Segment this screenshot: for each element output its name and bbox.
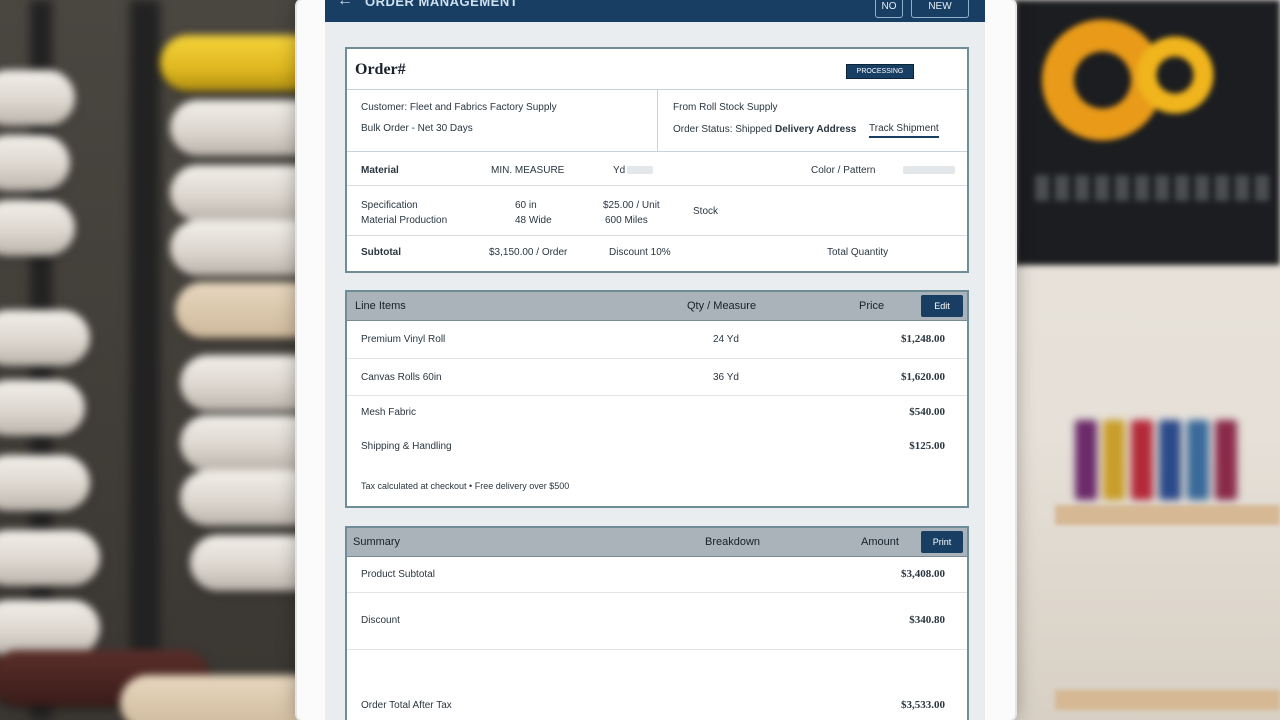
print-button[interactable]: Print	[921, 531, 963, 553]
background-shop-wall	[1015, 0, 1280, 720]
discount-label: Discount 10%	[609, 247, 671, 258]
col-qty-header: Qty / Measure	[687, 300, 757, 312]
item-price: $1,248.00	[901, 333, 945, 345]
edit-button[interactable]: Edit	[921, 295, 963, 317]
customer-line: Customer: Fleet and Fabrics Factory Supp…	[361, 102, 557, 113]
store-sign	[1015, 0, 1280, 265]
summary-col-header: Breakdown	[705, 536, 761, 548]
line-items-header: Line Items Qty / Measure Price Edit	[347, 292, 967, 321]
subtotal-label: Subtotal	[361, 247, 401, 258]
material-unit: Yd	[613, 165, 626, 176]
table-row[interactable]: Discount $340.80	[347, 593, 967, 650]
item-name: Mesh Fabric	[361, 407, 417, 418]
table-row[interactable]: Premium Vinyl Roll 24 Yd $1,248.00	[347, 320, 967, 359]
material-measure: MIN. MEASURE	[491, 165, 565, 176]
summary-name-header: Summary	[353, 536, 401, 548]
specification-label: Specification	[361, 200, 418, 211]
bookshelf	[1075, 420, 1280, 500]
item-name: Premium Vinyl Roll	[361, 334, 446, 345]
color-pattern-label[interactable]: Color / Pattern	[811, 165, 875, 176]
tablet-device: ← ORDER MANAGEMENT NO NEW Order# PROCESS…	[297, 0, 1015, 720]
spec-wide: 48 Wide	[515, 215, 552, 226]
summary-header: Summary Breakdown Amount Print	[347, 528, 967, 557]
summary-panel: Summary Breakdown Amount Print Product S…	[345, 526, 969, 720]
item-qty: 24 Yd	[713, 334, 739, 345]
status-badge: PROCESSING	[846, 64, 914, 79]
order-status-link[interactable]: Order Status: Shipped	[673, 124, 772, 135]
col-price-header: Price	[859, 300, 885, 312]
delivery-address-link[interactable]: Delivery Address	[775, 124, 856, 135]
summary-price-header: Amount	[861, 536, 899, 548]
order-screen: ← ORDER MANAGEMENT NO NEW Order# PROCESS…	[325, 0, 985, 720]
spec-stock: Stock	[693, 206, 719, 217]
subtotal-value: $3,150.00 / Order	[489, 247, 568, 258]
spec-width: 60 in	[515, 200, 537, 211]
item-price: $1,620.00	[901, 371, 945, 383]
material-label: Material	[361, 165, 399, 176]
summary-row-amount: $3,533.00	[901, 699, 945, 711]
supplier-line: From Roll Stock Supply	[673, 102, 778, 113]
table-row[interactable]: Order Total After Tax $3,533.00	[347, 650, 967, 720]
items-footer-note: Tax calculated at checkout • Free delive…	[361, 481, 570, 491]
summary-row-name: Product Subtotal	[361, 569, 435, 580]
table-row[interactable]: Shipping & Handling $125.00	[347, 430, 967, 466]
item-name: Canvas Rolls 60in	[361, 372, 442, 383]
table-row[interactable]: Mesh Fabric $540.00	[347, 396, 967, 430]
line-items-panel: Line Items Qty / Measure Price Edit Prem…	[345, 290, 969, 508]
spec-distance: 600 Miles	[605, 215, 648, 226]
app-title: ORDER MANAGEMENT	[365, 0, 519, 9]
item-qty: 36 Yd	[713, 372, 739, 383]
item-price: $125.00	[909, 440, 945, 452]
terms-line: Bulk Order - Net 30 Days	[361, 123, 473, 134]
table-row[interactable]: Canvas Rolls 60in 36 Yd $1,620.00	[347, 359, 967, 396]
item-price: $540.00	[909, 406, 945, 418]
track-shipment-link[interactable]: Track Shipment	[869, 123, 939, 138]
summary-row-name: Discount	[361, 615, 400, 626]
order-info: Customer: Fleet and Fabrics Factory Supp…	[347, 89, 967, 152]
order-details-panel: Order# PROCESSING Customer: Fleet and Fa…	[345, 47, 969, 273]
summary-row-amount: $340.80	[909, 614, 945, 626]
col-name-header: Line Items	[355, 300, 406, 312]
table-row[interactable]: Product Subtotal $3,408.00	[347, 556, 967, 593]
arrow-left-icon[interactable]: ←	[337, 0, 353, 10]
item-name: Shipping & Handling	[361, 441, 452, 452]
background-fabric-rack	[0, 0, 300, 720]
spec-unit-price: $25.00 / Unit	[603, 200, 660, 211]
total-quantity-label: Total Quantity	[827, 247, 889, 258]
header-button-new[interactable]: NEW	[911, 0, 969, 18]
order-header: Order# PROCESSING	[347, 49, 967, 90]
specification-sub: Material Production	[361, 215, 448, 226]
header-button-no[interactable]: NO	[875, 0, 903, 18]
summary-row-name: Order Total After Tax	[361, 700, 452, 711]
app-header: ← ORDER MANAGEMENT NO NEW	[325, 0, 985, 22]
order-title: Order#	[355, 61, 406, 78]
summary-row-amount: $3,408.00	[901, 568, 945, 580]
